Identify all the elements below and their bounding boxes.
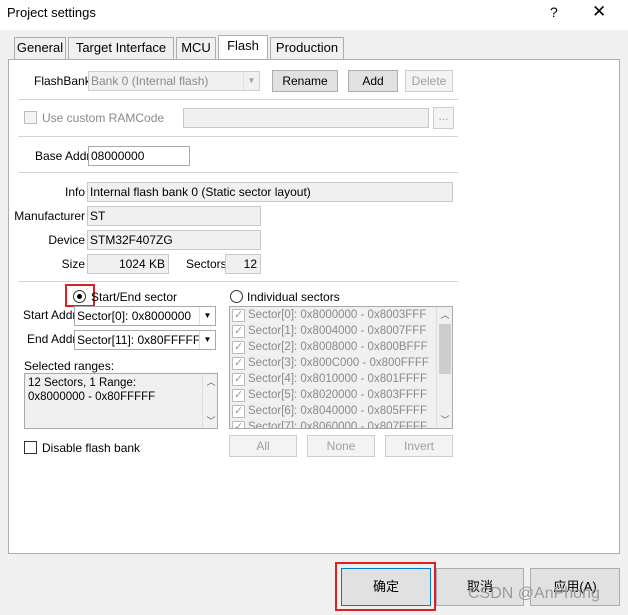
close-icon[interactable]: ✕: [592, 2, 606, 22]
sector-label: Sector[5]: 0x8020000 - 0x803FFFF: [248, 389, 427, 401]
separator: [18, 136, 458, 137]
sectors-label: Sectors: [186, 257, 227, 271]
disable-flash-checkbox[interactable]: [24, 441, 37, 454]
invert-button[interactable]: Invert: [385, 435, 453, 457]
ramcode-path-field[interactable]: [183, 108, 429, 128]
sector-list[interactable]: Sector[0]: 0x8000000 - 0x8003FFF Sector[…: [229, 306, 453, 429]
selected-ranges-line: 0x8000000 - 0x80FFFFF: [28, 391, 156, 403]
add-button[interactable]: Add: [348, 70, 398, 92]
size-label: Size: [61, 257, 85, 271]
flashbank-value: Bank 0 (Internal flash): [91, 74, 209, 88]
disable-flash-label: Disable flash bank: [42, 441, 141, 455]
scroll-up-icon[interactable]: ︿: [437, 308, 452, 321]
sector-checkbox[interactable]: [232, 355, 245, 371]
sector-item[interactable]: Sector[1]: 0x8004000 - 0x8007FFF: [232, 323, 437, 339]
flashbank-select[interactable]: Bank 0 (Internal flash) ▼: [88, 71, 260, 91]
start-addr-label: Start Addr: [23, 308, 77, 322]
flashbank-label: FlashBank: [34, 74, 91, 88]
base-addr-input[interactable]: 08000000: [88, 146, 190, 166]
sector-checkbox[interactable]: [232, 339, 245, 355]
individual-sectors-label: Individual sectors: [247, 290, 340, 304]
size-value: 1024 KB: [87, 254, 169, 274]
sector-label: Sector[6]: 0x8040000 - 0x805FFFF: [248, 405, 427, 417]
scrollbar-thumb[interactable]: [439, 324, 451, 374]
sector-item[interactable]: Sector[6]: 0x8040000 - 0x805FFFF: [232, 403, 437, 419]
tab-general[interactable]: General: [14, 37, 66, 59]
sector-item[interactable]: Sector[5]: 0x8020000 - 0x803FFFF: [232, 387, 437, 403]
sector-item[interactable]: Sector[0]: 0x8000000 - 0x8003FFF: [232, 307, 437, 323]
sector-checkbox[interactable]: [232, 403, 245, 419]
tab-target-interface[interactable]: Target Interface: [68, 37, 174, 59]
title-bar: Project settings ? ✕: [0, 0, 628, 30]
window-title: Project settings: [7, 5, 96, 20]
individual-sectors-radio[interactable]: [230, 290, 243, 303]
sector-label: Sector[2]: 0x8008000 - 0x800BFFF: [248, 341, 428, 353]
select-all-button[interactable]: All: [229, 435, 297, 457]
chevron-down-icon: ▼: [199, 331, 215, 349]
sector-checkbox[interactable]: [232, 419, 245, 428]
sector-label: Sector[1]: 0x8004000 - 0x8007FFF: [248, 325, 427, 337]
end-addr-value: Sector[11]: 0x80FFFFF: [77, 333, 201, 347]
manufacturer-label: Manufacturer: [14, 209, 85, 223]
chevron-down-icon: ▼: [243, 72, 259, 90]
info-label: Info: [64, 185, 85, 199]
selected-ranges-line: 12 Sectors, 1 Range:: [28, 377, 137, 389]
selected-ranges-label: Selected ranges:: [24, 359, 115, 373]
sector-label: Sector[4]: 0x8010000 - 0x801FFFF: [248, 373, 427, 385]
device-value: STM32F407ZG: [87, 230, 261, 250]
watermark: CSDN @AnPhong: [468, 585, 600, 602]
chevron-down-icon: ▼: [199, 307, 215, 325]
scroll-down-icon[interactable]: ﹀: [203, 414, 217, 427]
sector-checkbox[interactable]: [232, 387, 245, 403]
selected-ranges-scrollbar[interactable]: ︿ ﹀: [202, 374, 217, 428]
base-addr-label: Base Addr: [35, 149, 91, 163]
selected-ranges-box: 12 Sectors, 1 Range: 0x8000000 - 0x80FFF…: [24, 373, 218, 429]
device-label: Device: [48, 233, 85, 247]
manufacturer-value: ST: [87, 206, 261, 226]
start-addr-select[interactable]: Sector[0]: 0x8000000 ▼: [74, 306, 216, 326]
rename-button[interactable]: Rename: [272, 70, 338, 92]
scroll-down-icon[interactable]: ﹀: [437, 413, 452, 426]
separator: [18, 281, 458, 282]
start-end-radio[interactable]: [73, 290, 86, 303]
tab-flash[interactable]: Flash: [218, 35, 268, 59]
help-icon[interactable]: ?: [550, 4, 558, 20]
sector-label: Sector[0]: 0x8000000 - 0x8003FFF: [248, 309, 427, 321]
sector-checkbox[interactable]: [232, 371, 245, 387]
start-end-label: Start/End sector: [91, 290, 178, 304]
scroll-up-icon[interactable]: ︿: [203, 375, 217, 388]
sectors-value: 12: [225, 254, 261, 274]
ramcode-label: Use custom RAMCode: [42, 111, 165, 125]
sector-label: Sector[7]: 0x8060000 - 0x807FFFF: [248, 421, 427, 429]
sector-item[interactable]: Sector[2]: 0x8008000 - 0x800BFFF: [232, 339, 437, 355]
tab-production[interactable]: Production: [270, 37, 344, 59]
separator: [18, 99, 458, 100]
sector-item[interactable]: Sector[4]: 0x8010000 - 0x801FFFF: [232, 371, 437, 387]
sector-label: Sector[3]: 0x800C000 - 0x800FFFF: [248, 357, 429, 369]
sector-item[interactable]: Sector[3]: 0x800C000 - 0x800FFFF: [232, 355, 437, 371]
tab-mcu[interactable]: MCU: [176, 37, 216, 59]
delete-button[interactable]: Delete: [405, 70, 453, 92]
ramcode-checkbox[interactable]: [24, 111, 37, 124]
sector-checkbox[interactable]: [232, 323, 245, 339]
highlight-box: [335, 562, 436, 611]
end-addr-select[interactable]: Sector[11]: 0x80FFFFF ▼: [74, 330, 216, 350]
sector-item[interactable]: Sector[7]: 0x8060000 - 0x807FFFF: [232, 419, 437, 429]
end-addr-label: End Addr: [27, 332, 77, 346]
ramcode-browse-button[interactable]: ...: [433, 107, 454, 129]
separator: [18, 172, 458, 173]
sector-list-scrollbar[interactable]: ︿ ﹀: [436, 307, 452, 428]
sector-checkbox[interactable]: [232, 307, 245, 323]
select-none-button[interactable]: None: [307, 435, 375, 457]
info-value: Internal flash bank 0 (Static sector lay…: [87, 182, 453, 202]
start-addr-value: Sector[0]: 0x8000000: [77, 309, 192, 323]
